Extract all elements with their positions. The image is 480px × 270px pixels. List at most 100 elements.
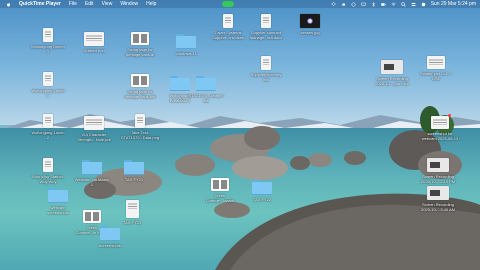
scatter-plot-icon[interactable]: Scatter plot LoC + GSE [414,56,458,81]
icon-label-line2: screenshots [47,210,69,215]
icon-label-line2: csv [263,77,269,82]
screen-recording-status-icon[interactable] [222,1,234,7]
pdf-thumbnail [131,32,149,45]
rec-thumbnail [427,186,449,200]
tax-fy23-icon[interactable]: TAX FY23 [110,200,154,225]
doc-thumbnail [261,14,271,28]
icon-label: senses.jpg [300,30,320,35]
screenshots-icon[interactable]: screenshots [88,226,132,248]
icon-label-line2: Comme...March [205,198,235,203]
dark-thumbnail [300,14,320,28]
icon-label-line2: GSE [431,76,441,81]
take-test-icon[interactable]: Take Test: STAT1070...Data.png [118,114,162,140]
bluetooth-icon[interactable] [371,1,376,7]
tax-fy22-icon[interactable]: TAX FY22 [240,180,284,202]
folder-thumbnail [176,34,196,49]
untitled-pod-icon[interactable]: Untitled.pod [72,32,116,53]
icon-label-line2: Woy Woy [39,179,57,184]
pdf-thumbnail [211,178,229,191]
swing-tags-2-icon[interactable]: Swing tags for heritage caps.pdf [118,74,162,99]
display-icon[interactable] [361,2,366,7]
folder-thumbnail [100,226,120,241]
menu-help[interactable]: Help [146,1,156,7]
icon-label-line2: heritage caps.pdf [124,94,156,99]
pdf-thumbnail [131,74,149,87]
menu-file[interactable]: File [69,1,77,7]
icon-label-line2: les [203,98,209,103]
icon-label-line2: 2025-10-...pm.mov [375,81,409,86]
icon-label: screenshots [99,243,121,248]
focus-icon[interactable] [351,2,356,7]
doc-thumbnail [84,116,104,130]
icon-label-line2: 1 [90,182,94,187]
cloud-icon[interactable] [341,2,346,7]
doc-thumbnail [43,72,53,86]
doc-thumbnail [43,28,53,42]
icon-label: Untitled.pod [83,48,105,53]
app-name-menu[interactable]: QuickTime Player [19,1,61,7]
doc-thumbnail [84,32,104,46]
screenshot-1-icon[interactable]: screenshot for webcam 2025-08-13 [418,114,462,141]
recording-dot [448,114,451,117]
icon-label-line2: manage...tsfl.docx [249,35,283,40]
icon-label-line2: 2025-10-...3.40 AM [420,207,456,212]
doc-thumbnail [43,114,53,128]
folder-thumbnail [124,160,144,175]
doc-thumbnail [431,114,451,129]
status-area: Sun 29 Mar 5:24 pm [330,0,476,8]
screen-recording-2-icon[interactable]: Screen Recording 2025-10-...2.10 PM [416,158,460,184]
pdf-thumbnail [83,210,101,223]
wollongong-lunch-1-icon[interactable]: Wollongong Lunch 1 [26,72,70,98]
wollongong-lunch-2-icon[interactable]: Wollongong Lunch 2 [26,114,70,140]
icon-label-line2: heritage caps.ai [125,52,155,57]
supplier-contract-icon[interactable]: Supplier contract manage...tsfl.docx [244,14,288,40]
menu-bar: QuickTime Player File Edit View Window H… [0,0,480,8]
screen-recording-3-icon[interactable]: Screen Recording 2025-10-...3.40 AM [416,186,460,212]
icon-label-line2: STAT1070...Data.png [120,135,160,140]
wollongong-dinner-icon[interactable]: Wollongong Dinner 1 [26,28,70,54]
icon-label-line2: Support...invoices [212,35,244,40]
control-center-icon[interactable] [411,2,416,7]
supplier-directory-icon[interactable]: SupplierDirectory csv [244,56,288,82]
search-icon[interactable] [401,1,406,7]
rec-thumbnail [427,158,449,172]
via-character-icon[interactable]: VIA Character Strength...Nule.pdf [72,116,116,142]
doc-thumbnail [261,56,271,70]
folder-thumbnail [48,188,68,203]
doc-thumbnail [125,200,139,218]
icon-label: Windows 11 [175,51,197,56]
week-commencing-1-icon[interactable]: Week Comme...March [198,178,242,203]
siri-icon[interactable] [421,2,426,7]
webcam-4th-march-icon[interactable]: Webcam 4th March 1 [70,160,114,187]
icon-label-line2: 2 [46,135,50,140]
clock[interactable]: Sun 29 Mar 5:24 pm [431,1,476,7]
senses-jpg-icon[interactable]: senses.jpg [288,14,332,35]
menu-view[interactable]: View [102,1,113,7]
stat1070-icon[interactable]: STAT1070_Data_Fi les [184,76,228,103]
apple-icon[interactable] [6,2,11,7]
icon-label-line2: webcam 2025-08-13 [421,136,459,141]
icon-label: TAX FY23 [122,220,142,225]
menu-edit[interactable]: Edit [85,1,94,7]
tax-fy21-icon[interactable]: TAX FY21 [112,160,156,182]
icon-label-line2: 1 [46,49,50,54]
icon-label: TAX FY22 [252,197,272,202]
folder-thumbnail [82,160,102,175]
wifi-icon[interactable] [391,2,396,7]
doc-thumbnail [135,114,145,128]
icon-label-line2: 1 [46,93,50,98]
woy-woy-station-icon[interactable]: Woy Woy Station, Woy Woy [26,158,70,184]
icon-label-line2: 2025-10-...2.10 PM [420,179,456,184]
icon-label: TAX FY21 [124,177,144,182]
menu-window[interactable]: Window [120,1,138,7]
rec-thumbnail [381,60,403,74]
doc-thumbnail [223,14,233,28]
swing-tags-1-icon[interactable]: Swing tags for heritage caps.ai [118,32,162,57]
folder-thumbnail [196,76,216,91]
battery-icon[interactable] [380,2,386,7]
icon-label-line2: Strength...Nule.pdf [77,137,111,142]
dropbox-icon[interactable] [330,1,336,7]
windows-11-icon[interactable]: Windows 11 [164,34,208,56]
screen-recording-1-icon[interactable]: Screen Recording 2025-10-...pm.mov [370,60,414,86]
doc-thumbnail [43,158,53,172]
